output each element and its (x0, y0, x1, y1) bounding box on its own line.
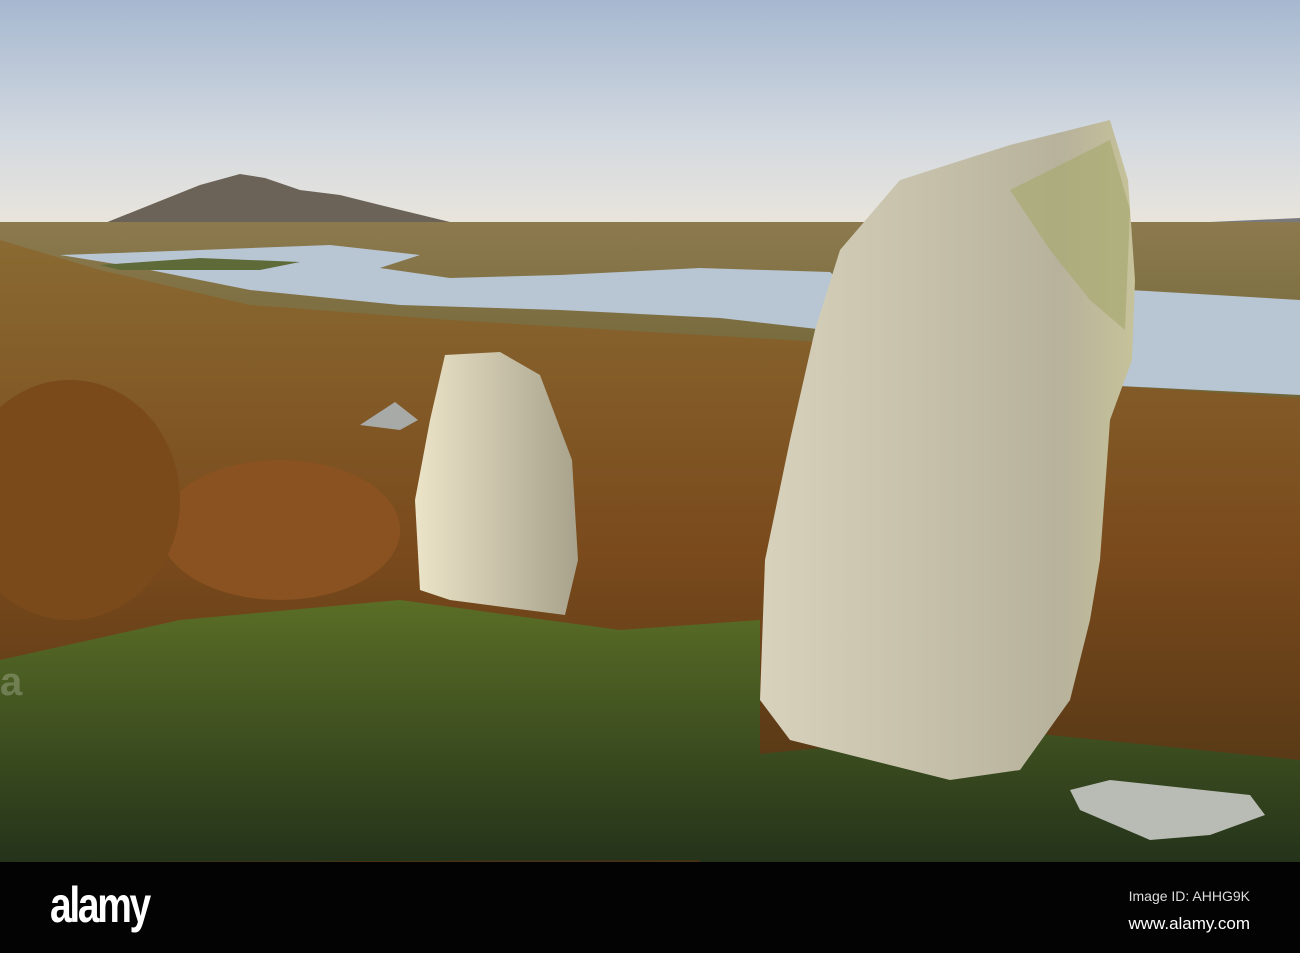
alamy-logo: alamy (50, 877, 151, 933)
image-id: Image ID: AHHG9K (1128, 888, 1250, 904)
watermark-bar: alamy Image ID: AHHG9K www.alamy.com (0, 862, 1300, 953)
heather-bush (160, 460, 400, 600)
site-url: www.alamy.com (1128, 914, 1250, 933)
watermark-overlay: a (0, 660, 23, 704)
landscape-photo (0, 0, 1300, 862)
